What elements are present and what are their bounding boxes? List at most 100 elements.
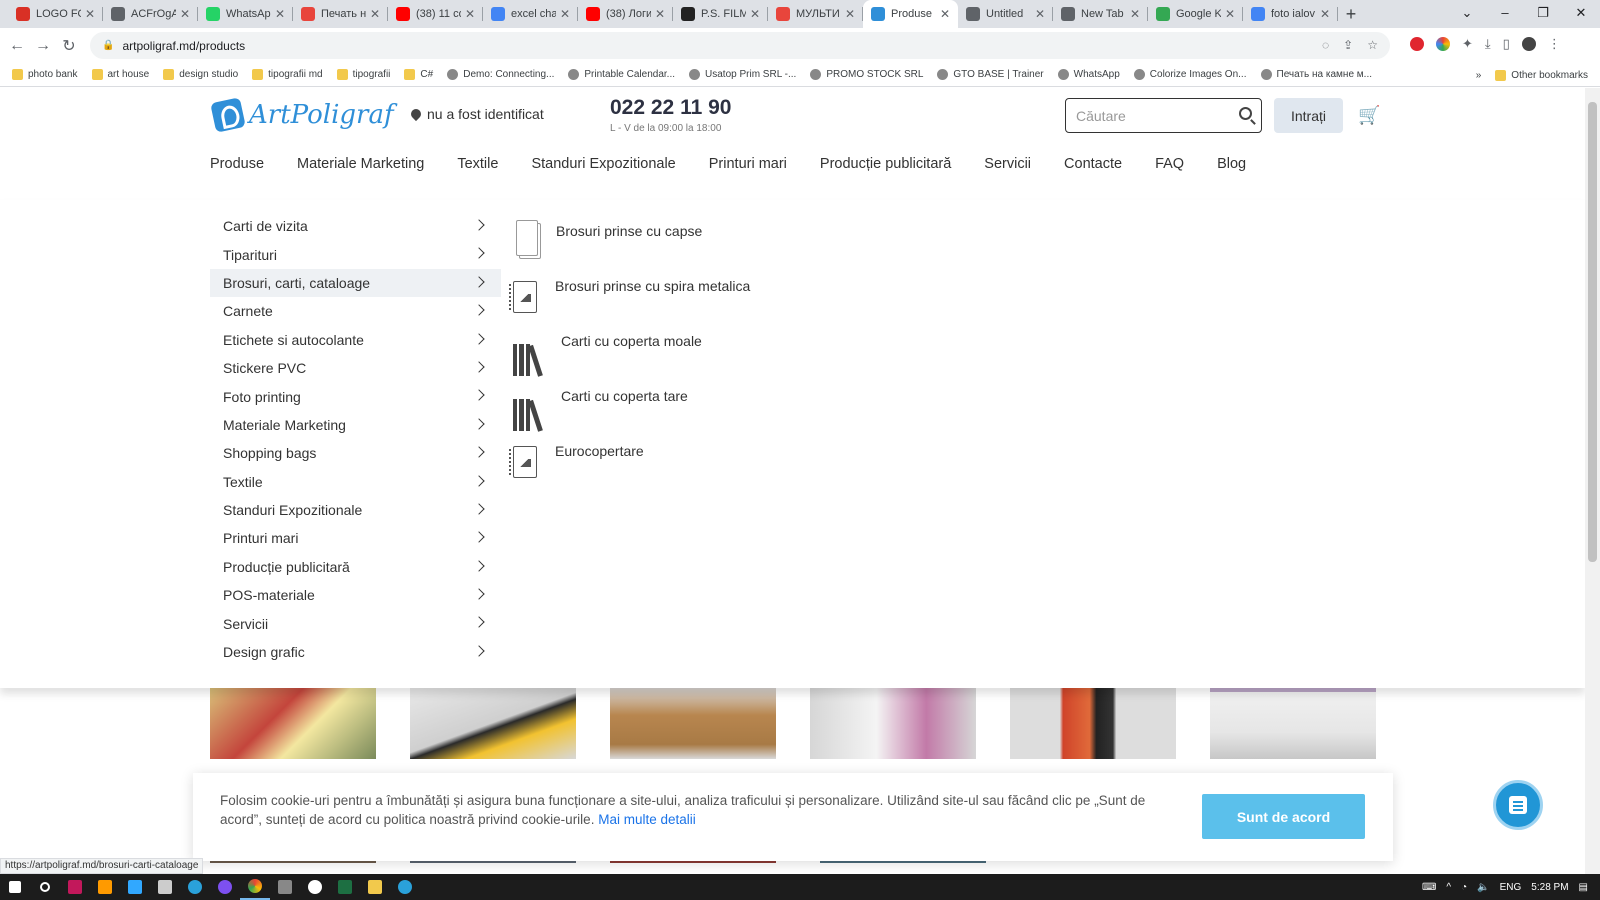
category-item[interactable]: Standuri Expozitionale [210, 496, 501, 524]
opera-icon[interactable] [1410, 37, 1424, 51]
bookmark-item[interactable]: Colorize Images On... [1133, 69, 1247, 80]
site-logo[interactable]: ArtPoligraf [210, 97, 394, 133]
menu-icon[interactable]: ⋮ [1548, 36, 1561, 52]
product-image[interactable] [210, 686, 376, 759]
browser-tab[interactable]: P.S. FILM ✕ [673, 0, 768, 28]
search-input[interactable]: Căutare [1065, 98, 1262, 133]
product-image[interactable] [810, 686, 976, 759]
category-item[interactable]: Brosuri, carti, cataloage [210, 268, 501, 298]
illustrator-icon[interactable] [90, 874, 120, 900]
app-icon[interactable] [150, 874, 180, 900]
close-tab-icon[interactable]: ✕ [275, 7, 285, 21]
location-selector[interactable]: nu a fost identificat [408, 106, 544, 122]
bookmark-item[interactable]: Печать на камне м... [1260, 69, 1372, 80]
photoshop-icon[interactable] [120, 874, 150, 900]
browser-tab[interactable]: LOGO FO ✕ [8, 0, 103, 28]
scrollbar-thumb[interactable] [1588, 102, 1597, 562]
back-icon[interactable]: ← [4, 37, 30, 55]
category-item[interactable]: Servicii [210, 609, 501, 637]
category-item[interactable]: Foto printing [210, 382, 501, 410]
bookmark-item[interactable]: photo bank [12, 69, 78, 80]
search-icon[interactable] [30, 874, 60, 900]
star-icon[interactable]: ☆ [1367, 38, 1378, 52]
download-icon[interactable]: ⤓ [1485, 36, 1491, 52]
bookmark-item[interactable]: design studio [163, 69, 238, 80]
telegram-icon[interactable] [180, 874, 210, 900]
bookmarks-overflow-button[interactable]: » [1476, 70, 1482, 81]
category-item[interactable]: Printuri mari [210, 524, 501, 552]
product-image[interactable] [1210, 686, 1376, 759]
phone-number[interactable]: 022 22 11 90 [610, 96, 731, 120]
login-button[interactable]: Intrați [1274, 98, 1343, 133]
bookmark-item[interactable]: Demo: Connecting... [447, 69, 554, 80]
language-indicator[interactable]: ENG [1500, 882, 1522, 893]
file-explorer-icon[interactable] [360, 874, 390, 900]
close-tab-icon[interactable]: ✕ [655, 7, 665, 21]
volume-icon[interactable]: 🔈 [1477, 882, 1489, 893]
main-nav-item[interactable]: Textile [457, 156, 498, 172]
bookmark-item[interactable]: Printable Calendar... [568, 69, 675, 80]
main-nav-item[interactable]: Printuri mari [709, 156, 787, 172]
bookmark-item[interactable]: Usatop Prim SRL -... [689, 69, 796, 80]
eye-off-icon[interactable]: ◌ [1322, 38, 1329, 52]
main-nav-item[interactable]: Blog [1217, 156, 1246, 172]
bookmark-item[interactable]: WhatsApp [1057, 69, 1120, 80]
main-nav-item[interactable]: Produse [210, 156, 264, 172]
category-item[interactable]: Design grafic [210, 638, 501, 666]
close-tab-icon[interactable]: ✕ [940, 7, 950, 21]
main-nav-item[interactable]: Materiale Marketing [297, 156, 424, 172]
minimize-button[interactable]: – [1486, 0, 1524, 28]
category-item[interactable]: Textile [210, 468, 501, 496]
category-item[interactable]: Tiparituri [210, 240, 501, 268]
accept-cookies-button[interactable]: Sunt de acord [1202, 794, 1365, 839]
browser-tab[interactable]: Produse ✕ [863, 0, 958, 28]
close-tab-icon[interactable]: ✕ [1130, 7, 1140, 21]
viber-icon[interactable] [210, 874, 240, 900]
app-icon[interactable] [60, 874, 90, 900]
close-tab-icon[interactable]: ✕ [85, 7, 95, 21]
sidebar-icon[interactable]: ▯ [1503, 36, 1510, 52]
close-tab-icon[interactable]: ✕ [845, 7, 855, 21]
category-item[interactable]: Carti de vizita [210, 212, 501, 240]
bookmark-item[interactable]: tipografii md [252, 69, 323, 80]
chevron-up-icon[interactable]: ^ [1446, 882, 1451, 893]
forward-icon[interactable]: → [30, 37, 56, 55]
close-tab-icon[interactable]: ✕ [180, 7, 190, 21]
lock-icon[interactable]: 🔒 [102, 40, 114, 51]
main-nav-item[interactable]: Servicii [984, 156, 1031, 172]
close-tab-icon[interactable]: ✕ [465, 7, 475, 21]
tab-search-icon[interactable]: ⌄ [1448, 0, 1486, 28]
product-image[interactable] [610, 686, 776, 759]
browser-tab[interactable]: (38) 11 co ✕ [388, 0, 483, 28]
new-tab-button[interactable]: + [1338, 0, 1364, 28]
telegram-icon[interactable] [390, 874, 420, 900]
browser-tab[interactable]: (38) Логи ✕ [578, 0, 673, 28]
browser-tab[interactable]: Печать на ✕ [293, 0, 388, 28]
bookmark-item[interactable]: art house [91, 69, 149, 80]
main-nav-item[interactable]: Standuri Expozitionale [531, 156, 675, 172]
subcategory-item[interactable]: Brosuri prinse cu spira metalica [509, 275, 750, 330]
category-item[interactable]: POS-materiale [210, 581, 501, 609]
browser-tab[interactable]: Untitled ✕ [958, 0, 1053, 28]
network-icon[interactable]: ◔ [1461, 882, 1467, 893]
browser-tab[interactable]: МУЛЬТИ ✕ [768, 0, 863, 28]
reload-icon[interactable]: ↻ [56, 36, 82, 56]
subcategory-item[interactable]: Eurocopertare [509, 440, 750, 495]
category-item[interactable]: Carnete [210, 297, 501, 325]
category-item[interactable]: Etichete si autocolante [210, 326, 501, 354]
category-item[interactable]: Shopping bags [210, 439, 501, 467]
main-nav-item[interactable]: FAQ [1155, 156, 1184, 172]
calculator-icon[interactable] [270, 874, 300, 900]
browser-tab[interactable]: WhatsApp ✕ [198, 0, 293, 28]
product-image[interactable] [410, 686, 576, 759]
clock[interactable]: 5:28 PM [1531, 882, 1568, 893]
page-scrollbar[interactable] [1585, 88, 1600, 874]
bookmark-item[interactable]: tipografii [336, 69, 390, 80]
close-window-button[interactable]: ✕ [1562, 0, 1600, 28]
main-nav-item[interactable]: Contacte [1064, 156, 1122, 172]
chat-button[interactable] [1493, 780, 1543, 830]
browser-tab[interactable]: Google K ✕ [1148, 0, 1243, 28]
bookmark-item[interactable]: GTO BASE | Trainer [937, 69, 1044, 80]
restore-button[interactable]: ❐ [1524, 0, 1562, 28]
close-tab-icon[interactable]: ✕ [750, 7, 760, 21]
